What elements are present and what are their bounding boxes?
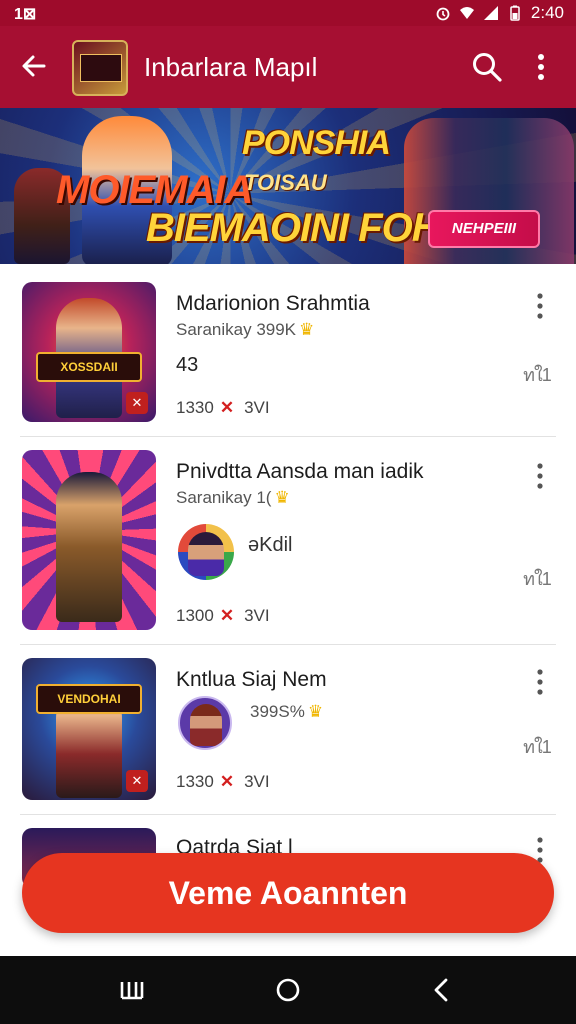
item-stats: 1330 ✕ 3VI — [176, 772, 270, 791]
back-arrow-icon[interactable] — [18, 50, 50, 82]
app-logo — [72, 40, 128, 96]
thumbnail-corner-icon: ✕ — [126, 392, 148, 414]
crown-icon: ♛ — [299, 320, 315, 339]
thumbnail-badge: XOSSDAII — [36, 352, 142, 382]
back-icon[interactable] — [426, 974, 458, 1006]
app-bar: Inbarlara Mapıl — [0, 26, 576, 108]
share-icon[interactable]: ทใ1 — [522, 732, 552, 757]
item-count: 43 — [176, 354, 199, 376]
divider — [20, 644, 556, 645]
status-time-right: 2:40 — [530, 3, 564, 22]
status-bar: 1⊠ 2:40 — [0, 0, 576, 26]
avatar[interactable] — [178, 524, 234, 580]
divider — [20, 814, 556, 815]
item-thumbnail[interactable]: XOSSDAII ✕ — [22, 282, 156, 422]
item-subtitle: Saranikay 399K ♛ — [176, 320, 315, 339]
share-icon[interactable]: ทใ1 — [522, 564, 552, 589]
item-title: Pnivdtta Aansda man iadik — [176, 460, 424, 483]
battery-icon — [510, 5, 520, 21]
share-icon[interactable]: ทใ1 — [522, 360, 552, 385]
search-icon[interactable] — [470, 50, 504, 84]
promo-banner[interactable]: PONSHIA MOIEMAIA TOISAU BIEMAOINI FOHNIS… — [0, 108, 576, 264]
item-title: Kntlua Siaj Nem — [176, 668, 327, 691]
crown-icon: ♛ — [307, 702, 324, 721]
divider — [20, 436, 556, 437]
status-icons: 2:40 — [435, 3, 564, 23]
recent-apps-icon[interactable] — [116, 974, 148, 1006]
item-title: Mdarionion Srahmtia — [176, 292, 370, 315]
close-icon: ✕ — [219, 398, 235, 417]
item-handle: əKdil — [248, 534, 293, 556]
banner-headline-1: PONSHIA — [242, 124, 391, 162]
crown-icon: ♛ — [274, 488, 290, 507]
alarm-icon — [436, 7, 450, 21]
item-subtitle: Saranikay 1(♛ — [176, 488, 290, 507]
thumbnail-corner-icon: ✕ — [126, 770, 148, 792]
status-time-left: 1⊠ — [14, 6, 37, 23]
signal-icon — [483, 6, 498, 20]
wifi-icon — [459, 7, 474, 19]
close-icon: ✕ — [219, 772, 235, 791]
item-thumbnail[interactable] — [22, 450, 156, 630]
more-vert-icon[interactable] — [528, 668, 552, 696]
close-icon: ✕ — [219, 606, 235, 625]
banner-cta-button[interactable]: NEHPEIII — [428, 210, 540, 248]
more-vert-icon[interactable] — [528, 462, 552, 490]
more-vert-icon[interactable] — [528, 50, 554, 84]
more-vert-icon[interactable] — [528, 292, 552, 320]
item-thumbnail[interactable]: VENDOHAI ✕ — [22, 658, 156, 800]
primary-action-button[interactable]: Veme Aoannten — [22, 853, 554, 933]
item-stats: 1300 ✕ 3VI — [176, 606, 270, 625]
item-stats: 1330 ✕ 3VI — [176, 398, 270, 417]
page-title: Inbarlara Mapıl — [144, 52, 318, 82]
avatar[interactable] — [178, 696, 232, 750]
item-subtitle: 399S% ♛ — [250, 702, 324, 721]
system-nav-bar — [0, 956, 576, 1024]
home-icon[interactable] — [272, 974, 304, 1006]
thumbnail-badge: VENDOHAI — [36, 684, 142, 714]
banner-subline: TOISAU — [244, 170, 327, 195]
